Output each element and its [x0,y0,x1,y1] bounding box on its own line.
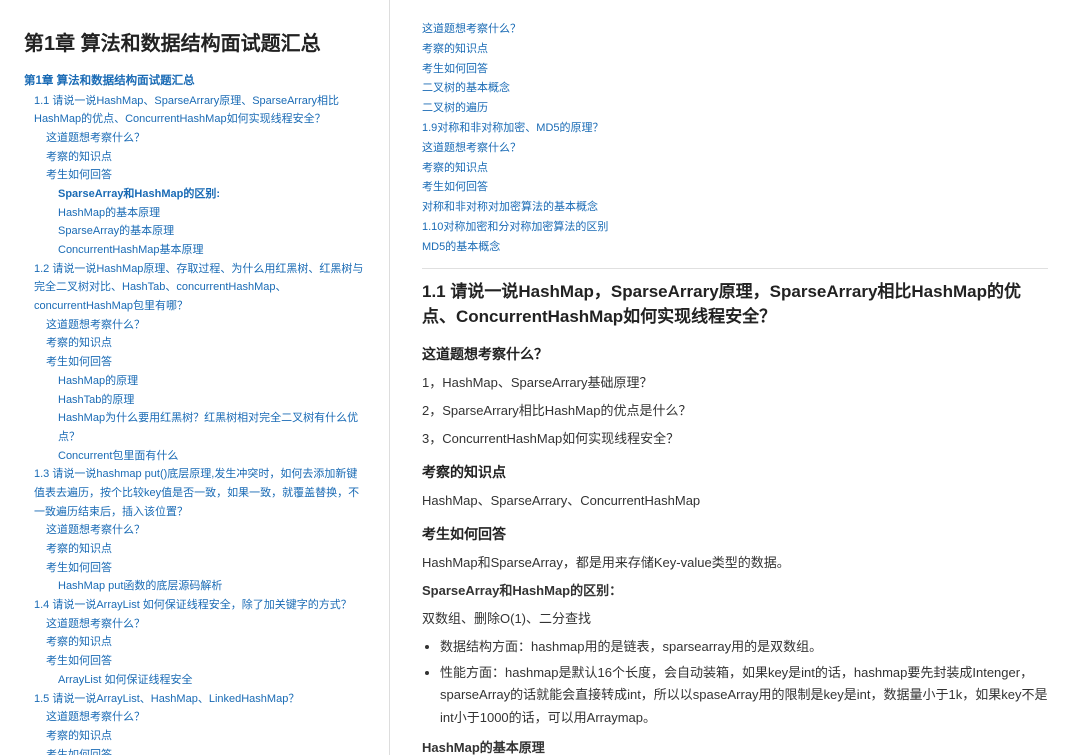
diff-bullet-item: 数据结构方面：hashmap用的是链表，sparsearray用的是双数组。 [440,636,1048,658]
toc-item[interactable]: 这道题想考察什么？ [46,521,365,540]
toc-item[interactable]: SparseArray和HashMap的区别: [58,185,365,204]
toc-item[interactable]: 考生如何回答 [46,166,365,185]
toc-container: 第1章 算法和数据结构面试题汇总1.1 请说一说HashMap、SparseAr… [24,72,365,755]
left-panel: 第1章 算法和数据结构面试题汇总 第1章 算法和数据结构面试题汇总1.1 请说一… [0,0,390,755]
toc-item[interactable]: HashMap的原理 [58,372,365,391]
right-toc-item[interactable]: 考生如何回答 [422,178,1048,198]
right-toc-item[interactable]: 这道题想考察什么？ [422,20,1048,40]
right-toc-item[interactable]: MD5的基本概念 [422,238,1048,258]
diff-bullets: 数据结构方面：hashmap用的是链表，sparsearray用的是双数组。性能… [440,636,1048,728]
toc-item[interactable]: 1.3 请说一说hashmap put()底层原理,发生冲突时，如何去添加新键值… [34,465,365,521]
toc-item[interactable]: HashTab的原理 [58,391,365,410]
toc-item[interactable]: 考生如何回答 [46,652,365,671]
toc-item[interactable]: 第1章 算法和数据结构面试题汇总 [24,72,365,92]
right-toc: 这道题想考察什么？考察的知识点考生如何回答二叉树的基本概念二叉树的遍历1.9对称… [422,20,1048,258]
right-toc-item[interactable]: 考生如何回答 [422,60,1048,80]
q-body-line: 2，SparseArrary相比HashMap的优点是什么？ [422,400,1048,422]
right-toc-item[interactable]: 二叉树的基本概念 [422,79,1048,99]
toc-item[interactable]: 这道题想考察什么？ [46,708,365,727]
right-panel: 这道题想考察什么？考察的知识点考生如何回答二叉树的基本概念二叉树的遍历1.9对称… [390,0,1080,755]
right-main-title: 1.1 请说一说HashMap，SparseArrary原理，SparseArr… [422,279,1048,330]
answer-body: HashMap和SparseArray，都是用来存储Key-value类型的数据… [422,552,1048,755]
right-toc-item[interactable]: 对称和非对称对加密算法的基本概念 [422,198,1048,218]
toc-item[interactable]: 1.1 请说一说HashMap、SparseArrary原理、SparseArr… [34,92,365,129]
divider [422,268,1048,269]
q-body: 1，HashMap、SparseArrary基础原理？ 2，SparseArrar… [422,372,1048,450]
q-body-line: 1，HashMap、SparseArrary基础原理？ [422,372,1048,394]
q-title: 这道题想考察什么？ [422,344,1048,364]
knowledge-title: 考察的知识点 [422,462,1048,482]
toc-item[interactable]: 考生如何回答 [46,353,365,372]
right-toc-item[interactable]: 考察的知识点 [422,40,1048,60]
toc-item[interactable]: ConcurrentHashMap基本原理 [58,241,365,260]
toc-item[interactable]: 考生如何回答 [46,746,365,755]
toc-item[interactable]: 1.2 请说一说HashMap原理、存取过程、为什么用红黑树、红黑树与完全二叉树… [34,260,365,316]
knowledge-body: HashMap、SparseArrary、ConcurrentHashMap [422,490,1048,512]
right-toc-item[interactable]: 二叉树的遍历 [422,99,1048,119]
toc-item[interactable]: 1.5 请说一说ArrayList、HashMap、LinkedHashMap？ [34,690,365,709]
toc-item[interactable]: 1.4 请说一说ArrayList 如何保证线程安全，除了加关键字的方式？ [34,596,365,615]
toc-item[interactable]: 考察的知识点 [46,727,365,746]
right-toc-item[interactable]: 考察的知识点 [422,159,1048,179]
diff-bullet-item: 性能方面：hashmap是默认16个长度，会自动装箱，如果key是int的话，h… [440,662,1048,728]
toc-item[interactable]: 考察的知识点 [46,334,365,353]
toc-item[interactable]: HashMap put函数的底层源码解析 [58,577,365,596]
toc-item[interactable]: 这道题想考察什么？ [46,316,365,335]
toc-item[interactable]: HashMap为什么要用红黑树？红黑树相对完全二叉树有什么优点？ [58,409,365,446]
right-toc-item[interactable]: 1.9对称和非对称加密、MD5的原理？ [422,119,1048,139]
right-toc-item[interactable]: 这道题想考察什么？ [422,139,1048,159]
q-body-line: 3，ConcurrentHashMap如何实现线程安全？ [422,428,1048,450]
toc-item[interactable]: 考察的知识点 [46,540,365,559]
toc-item[interactable]: 考生如何回答 [46,559,365,578]
toc-item[interactable]: 这道题想考察什么？ [46,129,365,148]
toc-item[interactable]: ArrayList 如何保证线程安全 [58,671,365,690]
toc-item[interactable]: HashMap的基本原理 [58,204,365,223]
left-title: 第1章 算法和数据结构面试题汇总 [24,30,365,58]
toc-item[interactable]: SparseArray的基本原理 [58,222,365,241]
toc-item[interactable]: 考察的知识点 [46,148,365,167]
toc-item[interactable]: 考察的知识点 [46,633,365,652]
answer-title: 考生如何回答 [422,524,1048,544]
toc-item[interactable]: 这道题想考察什么？ [46,615,365,634]
right-toc-item[interactable]: 1.10对称加密和分对称加密算法的区别 [422,218,1048,238]
toc-item[interactable]: Concurrent包里面有什么 [58,447,365,466]
